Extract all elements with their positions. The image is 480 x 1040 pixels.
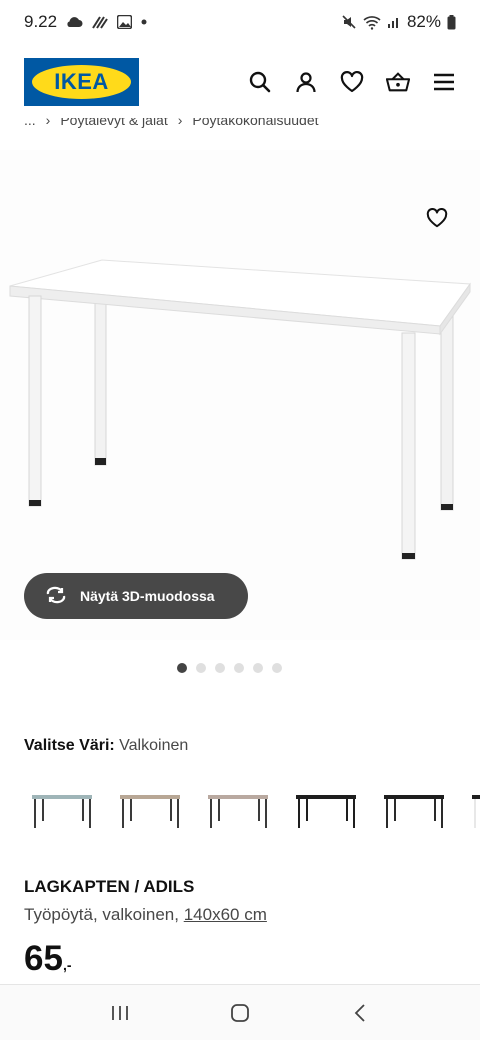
price-value: 65 xyxy=(24,939,63,978)
image-icon xyxy=(117,15,133,29)
chevron-right-icon: › xyxy=(45,118,51,128)
breadcrumb-item[interactable]: Pöytäkokonaisuudet xyxy=(192,118,318,128)
wishlist-icon[interactable] xyxy=(340,70,364,94)
color-swatch[interactable] xyxy=(376,778,450,834)
breadcrumb-item[interactable]: Pöytälevyt & jalat xyxy=(60,118,167,128)
carousel-dots xyxy=(0,663,480,673)
table-illustration xyxy=(9,259,471,560)
color-swatches xyxy=(24,778,480,834)
product-name: LAGKAPTEN / ADILS xyxy=(24,877,195,896)
product-size-link[interactable]: 140x60 cm xyxy=(184,905,267,924)
carousel-dot[interactable] xyxy=(214,663,225,673)
price-suffix: ,- xyxy=(62,957,72,973)
signal-icon xyxy=(387,15,401,29)
home-icon[interactable] xyxy=(220,993,260,1033)
data-saver-icon xyxy=(92,15,108,29)
view-3d-button[interactable]: Näytä 3D-muodossa xyxy=(24,573,248,619)
desk-thumbnail-icon xyxy=(120,795,180,828)
favourite-button[interactable] xyxy=(424,205,450,231)
cloud-icon xyxy=(66,16,83,28)
desk-thumbnail-icon xyxy=(296,795,356,828)
carousel-dot[interactable] xyxy=(176,663,187,673)
dot-icon xyxy=(141,19,147,25)
product-description: Työpöytä, valkoinen, 140x60 cm xyxy=(24,905,267,925)
product-price: 65,- xyxy=(24,939,72,979)
battery-percent: 82% xyxy=(406,12,441,31)
view-3d-label: Näytä 3D-muodossa xyxy=(80,588,215,604)
account-icon[interactable] xyxy=(294,70,318,94)
color-swatch[interactable] xyxy=(24,778,98,834)
ikea-logo[interactable]: IKEA xyxy=(24,58,139,106)
header-icons xyxy=(248,70,456,94)
cart-icon[interactable] xyxy=(386,70,410,94)
system-nav-bar xyxy=(0,984,480,1040)
color-swatch[interactable] xyxy=(288,778,362,834)
breadcrumb-ellipsis[interactable]: ... xyxy=(24,118,36,128)
carousel-dot[interactable] xyxy=(233,663,244,673)
wifi-icon xyxy=(363,15,381,30)
chevron-right-icon: › xyxy=(177,118,183,128)
color-value: Valkoinen xyxy=(119,737,189,754)
status-left: 9.22 xyxy=(24,12,147,32)
breadcrumb: ... › Pöytälevyt & jalat › Pöytäkokonais… xyxy=(24,118,464,140)
product-description-text: Työpöytä, valkoinen, xyxy=(24,905,179,924)
color-swatch[interactable] xyxy=(112,778,186,834)
carousel-dot[interactable] xyxy=(252,663,263,673)
desk-thumbnail-icon xyxy=(208,795,268,828)
desk-thumbnail-icon xyxy=(32,795,92,828)
recent-apps-icon[interactable] xyxy=(100,993,140,1033)
color-label-text: Valitse Väri: xyxy=(24,737,115,754)
status-right: 82% xyxy=(341,12,456,32)
carousel-dot[interactable] xyxy=(271,663,282,673)
status-bar: 9.22 82% xyxy=(0,0,480,44)
status-time: 9.22 xyxy=(24,12,58,31)
battery-icon xyxy=(447,14,456,30)
mute-icon xyxy=(341,14,357,30)
back-icon[interactable] xyxy=(340,993,380,1033)
color-swatch[interactable] xyxy=(200,778,274,834)
desk-thumbnail-icon xyxy=(384,795,444,828)
search-icon[interactable] xyxy=(248,70,272,94)
menu-icon[interactable] xyxy=(432,70,456,94)
header: IKEA xyxy=(0,52,480,112)
color-swatch[interactable] xyxy=(464,778,480,834)
heart-icon xyxy=(426,208,448,228)
color-select-label: Valitse Väri: Valkoinen xyxy=(24,737,188,755)
rotate-3d-icon xyxy=(44,586,68,607)
logo-text: IKEA xyxy=(54,69,109,94)
product-image[interactable] xyxy=(0,150,480,640)
carousel-dot[interactable] xyxy=(195,663,206,673)
desk-thumbnail-icon xyxy=(472,795,480,828)
